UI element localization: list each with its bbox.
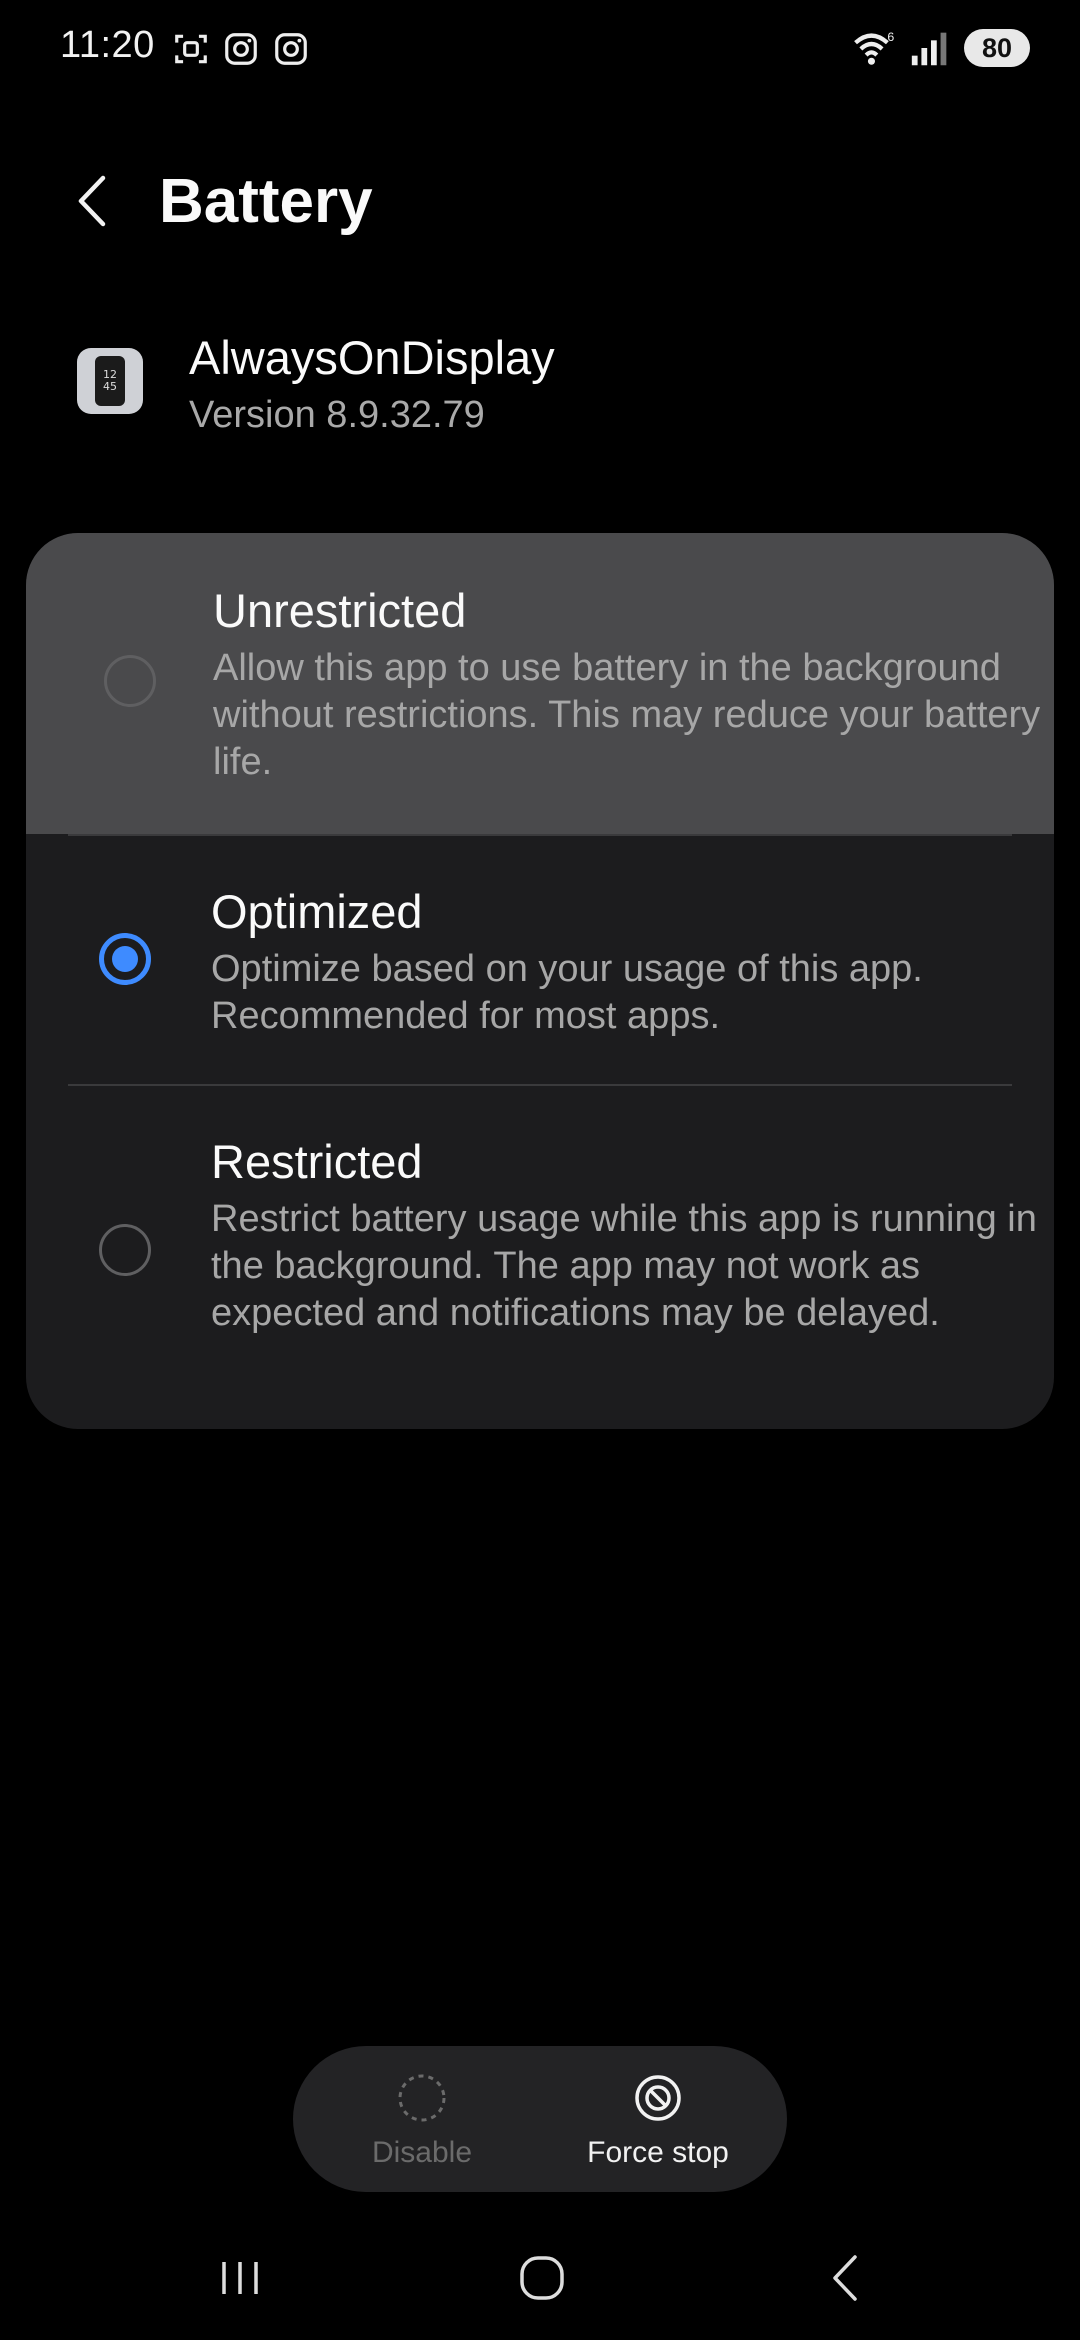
chevron-left-icon (78, 175, 106, 227)
screen-capture-icon (175, 34, 207, 64)
battery-indicator: 80 (964, 29, 1030, 67)
app-name: AlwaysOnDisplay (189, 331, 555, 384)
app-icon-text-line2: 45 (103, 380, 117, 393)
wifi-icon: 6 (854, 30, 894, 65)
force-stop-label: Force stop (587, 2136, 729, 2169)
back-button[interactable] (62, 168, 122, 234)
option-description: Optimize based on your usage of this app… (211, 948, 923, 1037)
option-title: Restricted (211, 1135, 423, 1188)
notification-icons (172, 30, 310, 68)
battery-options-card: Unrestricted Allow this app to use batte… (26, 533, 1054, 1429)
radio-restricted[interactable] (99, 1224, 151, 1276)
option-title: Unrestricted (213, 584, 467, 637)
recents-icon (222, 2262, 258, 2294)
radio-optimized[interactable] (99, 933, 151, 985)
instagram-icon (275, 33, 307, 65)
status-time: 11:20 (60, 24, 155, 66)
radio-unrestricted[interactable] (104, 655, 156, 707)
app-icon-screen: 12 45 (95, 356, 125, 406)
disable-label: Disable (371, 2136, 473, 2169)
disable-button[interactable]: Disable (322, 2046, 522, 2192)
option-title: Optimized (211, 885, 423, 938)
app-icon: 12 45 (77, 348, 143, 414)
cellular-signal-icon (911, 32, 947, 66)
page-title: Battery (159, 167, 373, 236)
navigation-bar (0, 2230, 1080, 2320)
app-version: Version 8.9.32.79 (189, 394, 485, 436)
home-button[interactable] (512, 2248, 572, 2308)
bottom-action-bar: Disable Force stop (293, 2046, 787, 2192)
option-description: Allow this app to use battery in the bac… (213, 647, 1041, 783)
home-icon (520, 2256, 564, 2300)
back-icon (833, 2255, 857, 2301)
force-stop-button[interactable]: Force stop (553, 2046, 763, 2192)
status-bar: 11:20 6 80 (0, 0, 1080, 100)
recents-button[interactable] (210, 2248, 270, 2308)
option-restricted[interactable]: Restricted Restrict battery usage while … (26, 1084, 1054, 1429)
system-status: 6 80 (852, 28, 1030, 68)
svg-text:6: 6 (887, 30, 894, 44)
force-stop-icon (635, 2075, 681, 2121)
option-description: Restrict battery usage while this app is… (211, 1198, 1037, 1334)
disable-icon (398, 2074, 446, 2122)
option-optimized[interactable]: Optimized Optimize based on your usage o… (26, 834, 1054, 1084)
option-unrestricted[interactable]: Unrestricted Allow this app to use batte… (26, 533, 1054, 834)
instagram-icon (225, 33, 257, 65)
nav-back-button[interactable] (815, 2248, 875, 2308)
